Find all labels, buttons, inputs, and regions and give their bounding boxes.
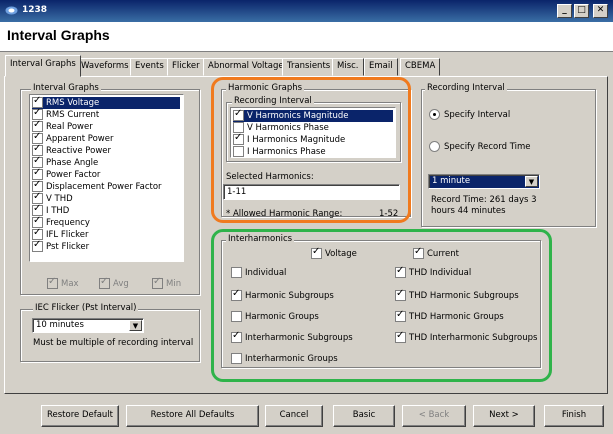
record-time-line1: Record Time: 261 days 3 (431, 195, 537, 205)
list-item[interactable]: Pst Flicker (32, 239, 89, 253)
recording-interval-title: Recording Interval (425, 83, 507, 93)
page-header: Interval Graphs (0, 22, 613, 52)
min-checkbox[interactable]: Min (152, 276, 181, 289)
minimize-button[interactable]: _ (557, 4, 572, 18)
chevron-down-icon[interactable]: ▼ (129, 320, 142, 331)
iec-flicker-note: Must be multiple of recording interval (33, 338, 194, 348)
list-item[interactable]: Reactive Power (32, 143, 111, 157)
specify-interval-radio[interactable]: Specify Interval (429, 109, 510, 120)
green-highlight (211, 229, 552, 382)
tab-misc[interactable]: Misc. (332, 58, 364, 76)
avg-checkbox[interactable]: Avg (99, 276, 129, 289)
tab-abnormal-voltage[interactable]: Abnormal Voltage (203, 58, 289, 76)
max-checkbox[interactable]: Max (47, 276, 79, 289)
page-title: Interval Graphs (7, 27, 110, 43)
interval-graphs-list[interactable]: RMS Voltage RMS Current Real Power Appar… (29, 94, 184, 262)
record-time-line2: hours 44 minutes (431, 206, 506, 216)
tab-email[interactable]: Email (364, 58, 398, 76)
app-icon (5, 6, 18, 15)
next-button[interactable]: Next > (473, 405, 535, 427)
tab-flicker[interactable]: Flicker (167, 58, 205, 76)
restore-all-defaults-button[interactable]: Restore All Defaults (126, 405, 259, 427)
list-item[interactable]: Apparent Power (32, 131, 113, 145)
finish-button[interactable]: Finish (544, 405, 604, 427)
basic-button[interactable]: Basic (333, 405, 395, 427)
interval-graphs-title: Interval Graphs (31, 83, 101, 93)
checkbox[interactable] (32, 239, 43, 252)
pst-interval-select[interactable]: 10 minutes ▼ (32, 318, 144, 333)
list-item[interactable]: RMS Current (32, 107, 99, 121)
tab-cbema[interactable]: CBEMA (400, 58, 441, 76)
list-item[interactable]: Power Factor (32, 167, 100, 181)
close-button[interactable]: ✕ (593, 4, 608, 18)
chevron-down-icon[interactable]: ▼ (525, 176, 538, 187)
interval-select[interactable]: 1 minute ▼ (428, 174, 540, 189)
list-item[interactable]: RMS Voltage (32, 95, 180, 109)
window-title: 1238 (22, 5, 48, 15)
back-button[interactable]: < Back (402, 405, 466, 427)
restore-default-button[interactable]: Restore Default (41, 405, 119, 427)
list-item[interactable]: Phase Angle (32, 155, 98, 169)
iec-flicker-group (20, 309, 200, 362)
maximize-button[interactable]: □ (574, 4, 589, 18)
list-item[interactable]: Displacement Power Factor (32, 179, 162, 193)
tab-events[interactable]: Events (130, 58, 169, 76)
tab-transients[interactable]: Transients (282, 58, 336, 76)
iec-flicker-title: IEC Flicker (Pst Interval) (33, 303, 139, 313)
orange-highlight (211, 77, 411, 223)
title-bar: 1238 _ □ ✕ (0, 0, 613, 22)
specify-record-time-radio[interactable]: Specify Record Time (429, 141, 531, 152)
tab-waveforms[interactable]: Waveforms (76, 58, 134, 76)
tab-interval-graphs[interactable]: Interval Graphs (5, 55, 81, 77)
cancel-button[interactable]: Cancel (265, 405, 323, 427)
